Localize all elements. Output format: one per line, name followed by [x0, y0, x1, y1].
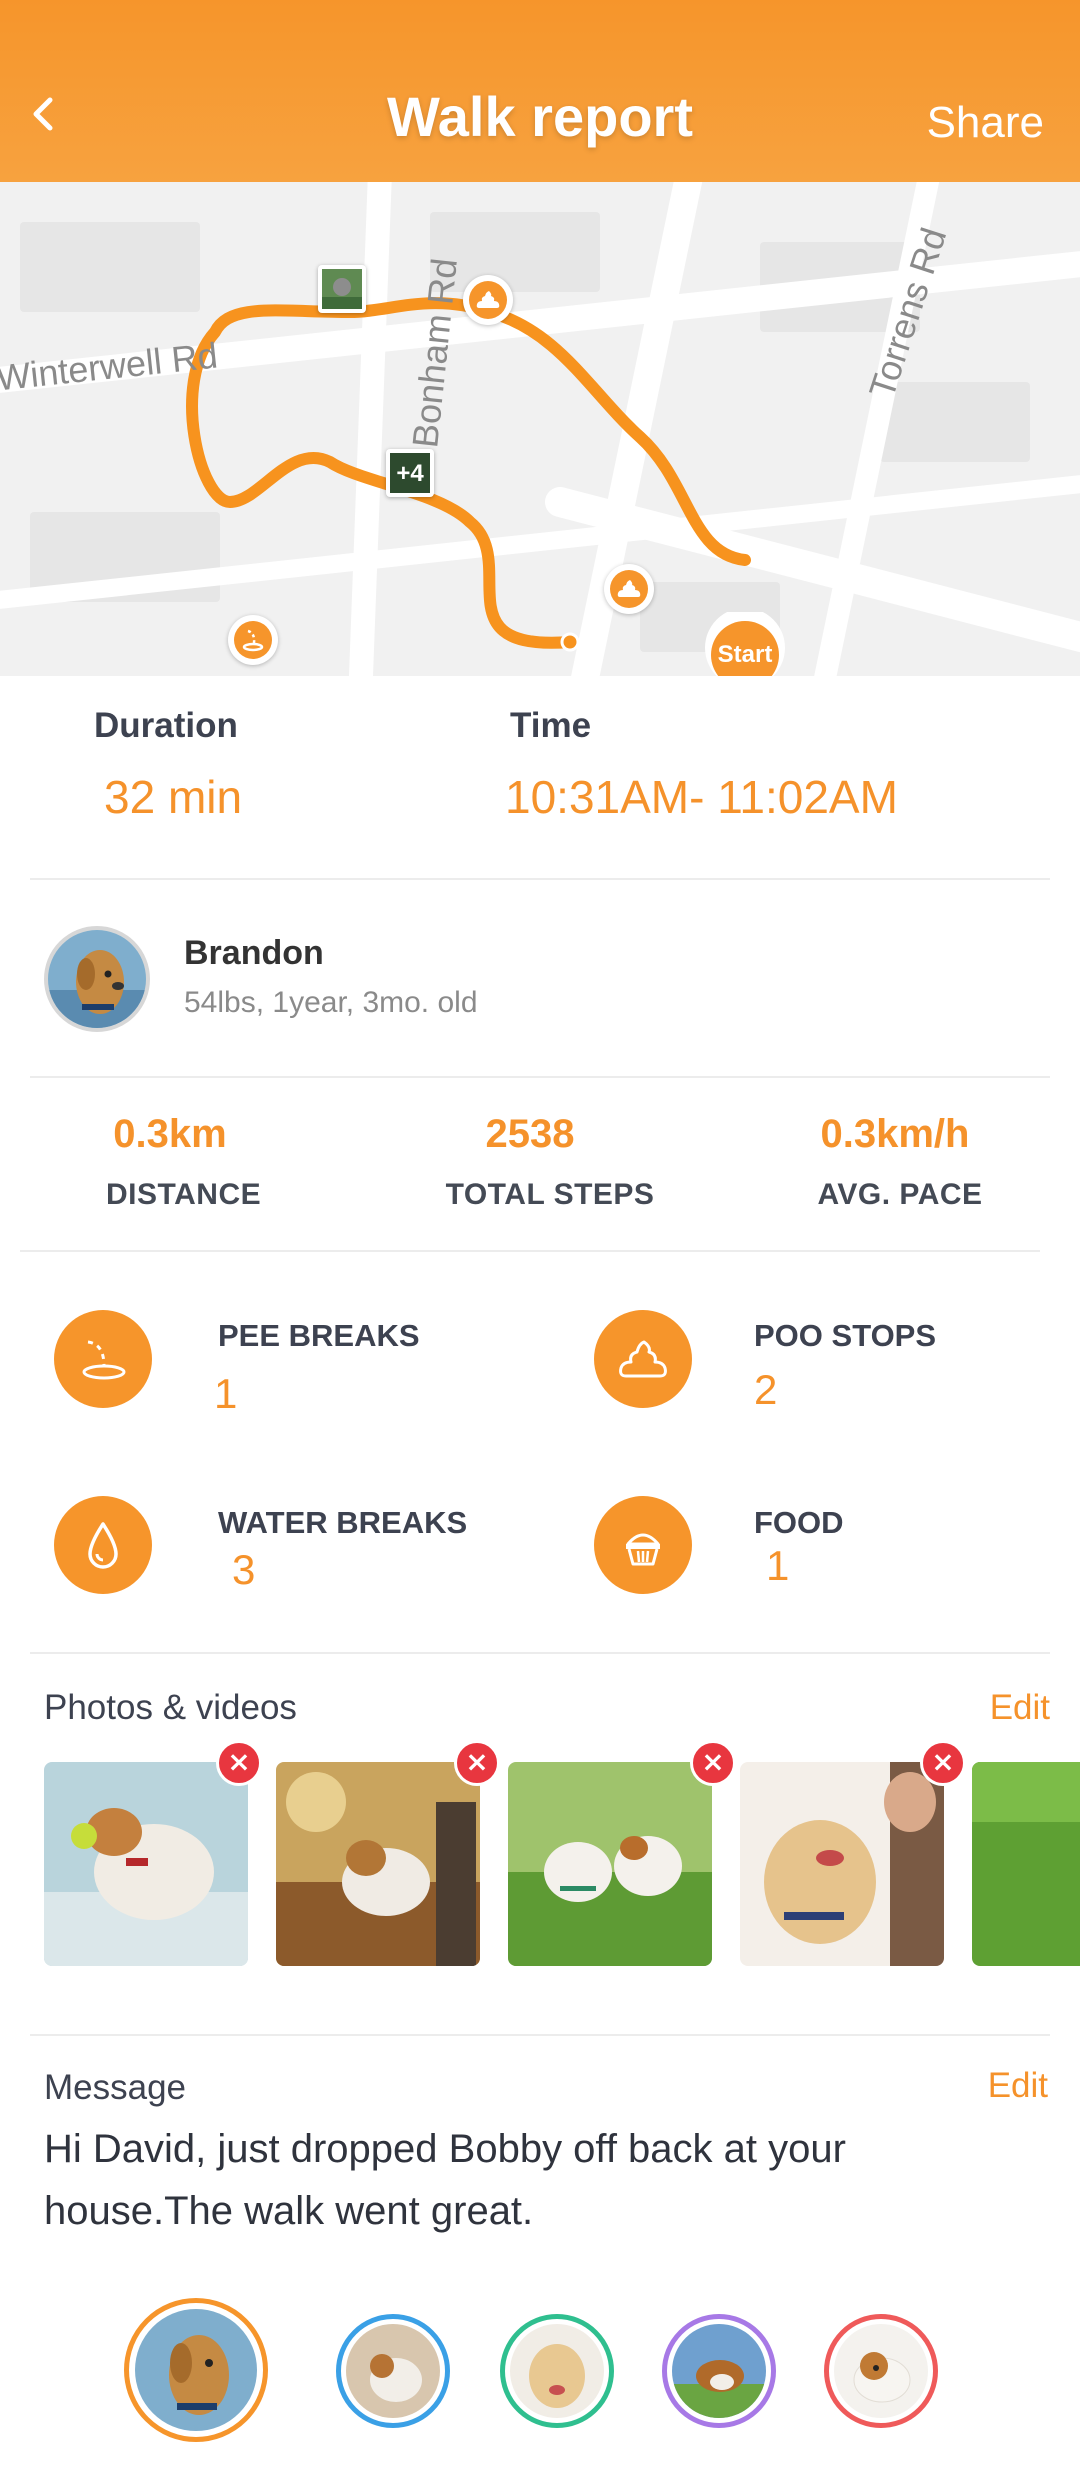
dog-photo	[48, 930, 146, 1028]
dog-avatar[interactable]	[44, 926, 150, 1032]
message-text: Hi David, just dropped Bobby off back at…	[44, 2127, 846, 2233]
remove-photo-button[interactable]: ×	[454, 1740, 500, 1786]
poo-marker[interactable]	[604, 564, 654, 614]
pee-icon	[242, 629, 264, 652]
poo-stops-value: 2	[754, 1366, 778, 1413]
pee-icon	[82, 1340, 126, 1380]
divider	[30, 878, 1050, 880]
water-drop-icon	[88, 1522, 118, 1569]
photo-thumbnail[interactable]	[44, 1762, 248, 1966]
divider	[30, 1652, 1050, 1654]
photo-thumbnail[interactable]	[508, 1762, 712, 1966]
photo-thumbnail[interactable]	[740, 1762, 944, 1966]
water-breaks-value: 3	[232, 1546, 256, 1593]
remove-photo-button[interactable]: ×	[690, 1740, 736, 1786]
food-label: FOOD	[754, 1505, 844, 1540]
duration-value: 32 min	[104, 771, 243, 823]
time-value: 10:31AM- 11:02AM	[505, 771, 898, 823]
poo-stops-label: POO STOPS	[754, 1318, 937, 1353]
food-icon-badge	[594, 1496, 692, 1594]
food-bowl-icon	[626, 1533, 660, 1566]
share-button[interactable]: Share	[927, 98, 1044, 148]
dog-tab[interactable]	[336, 2314, 450, 2428]
poo-icon	[617, 580, 641, 597]
dog-tab[interactable]	[662, 2314, 776, 2428]
dog-tab[interactable]	[500, 2314, 614, 2428]
remove-photo-button[interactable]: ×	[920, 1740, 966, 1786]
dog-photo	[346, 2324, 440, 2418]
avg-pace-value: 0.3km/h	[820, 1112, 970, 1156]
duration-label: Duration	[94, 706, 238, 745]
message-section-title: Message	[44, 2068, 187, 2107]
close-icon: ×	[227, 1745, 251, 1778]
dog-details: 54lbs, 1year, 3mo. old	[184, 986, 478, 1019]
start-label: Start	[717, 641, 773, 668]
photos-edit-button[interactable]: Edit	[990, 1688, 1050, 1728]
divider	[30, 2034, 1050, 2036]
dog-photo	[834, 2324, 928, 2418]
poo-icon	[619, 1340, 667, 1378]
total-steps-value: 2538	[485, 1112, 575, 1156]
dog-photo	[510, 2324, 604, 2418]
photo-thumbnail[interactable]	[972, 1762, 1080, 1966]
divider	[30, 1076, 1050, 1078]
dog-switcher-bar	[0, 2278, 1080, 2466]
close-icon: ×	[465, 1745, 489, 1778]
poo-marker[interactable]	[463, 275, 513, 325]
water-breaks-icon-badge	[54, 1496, 152, 1594]
time-label: Time	[510, 706, 592, 745]
pee-breaks-icon-badge	[54, 1310, 152, 1408]
poo-icon	[476, 291, 500, 308]
close-icon: ×	[931, 1745, 955, 1778]
remove-photo-button[interactable]: ×	[216, 1740, 262, 1786]
distance-label: DISTANCE	[106, 1178, 262, 1211]
food-value: 1	[766, 1542, 790, 1589]
distance-value: 0.3km	[113, 1112, 227, 1156]
avg-pace-label: AVG. PACE	[817, 1178, 983, 1211]
photo-cluster-count: +4	[396, 460, 424, 487]
photo-cluster-marker[interactable]: +4	[386, 449, 434, 497]
start-pin[interactable]: Start	[702, 612, 788, 676]
dog-photo	[672, 2324, 766, 2418]
poo-stops-icon-badge	[594, 1310, 692, 1408]
dog-tab-active[interactable]	[124, 2298, 268, 2442]
water-breaks-label: WATER BREAKS	[218, 1505, 468, 1540]
total-steps-label: TOTAL STEPS	[445, 1178, 655, 1211]
pee-breaks-value: 1	[214, 1370, 238, 1417]
photos-section-title: Photos & videos	[44, 1688, 297, 1727]
photo-thumbnail-icon	[322, 269, 362, 309]
close-icon: ×	[701, 1745, 725, 1778]
walk-route-map[interactable]: Winterwell Rd Bonham Rd Torrens Rd +4 St…	[0, 182, 1080, 676]
dog-tab[interactable]	[824, 2314, 938, 2428]
page-title: Walk report	[387, 85, 693, 148]
photo-thumbnail[interactable]	[276, 1762, 480, 1966]
divider	[20, 1250, 1040, 1252]
photo-marker[interactable]	[318, 265, 366, 313]
dog-name: Brandon	[184, 934, 324, 972]
pee-marker[interactable]	[228, 615, 278, 665]
message-edit-button[interactable]: Edit	[988, 2066, 1048, 2106]
pee-breaks-label: PEE BREAKS	[218, 1318, 420, 1353]
app-header: Walk report Share	[0, 0, 1080, 182]
dog-photo	[135, 2309, 257, 2431]
